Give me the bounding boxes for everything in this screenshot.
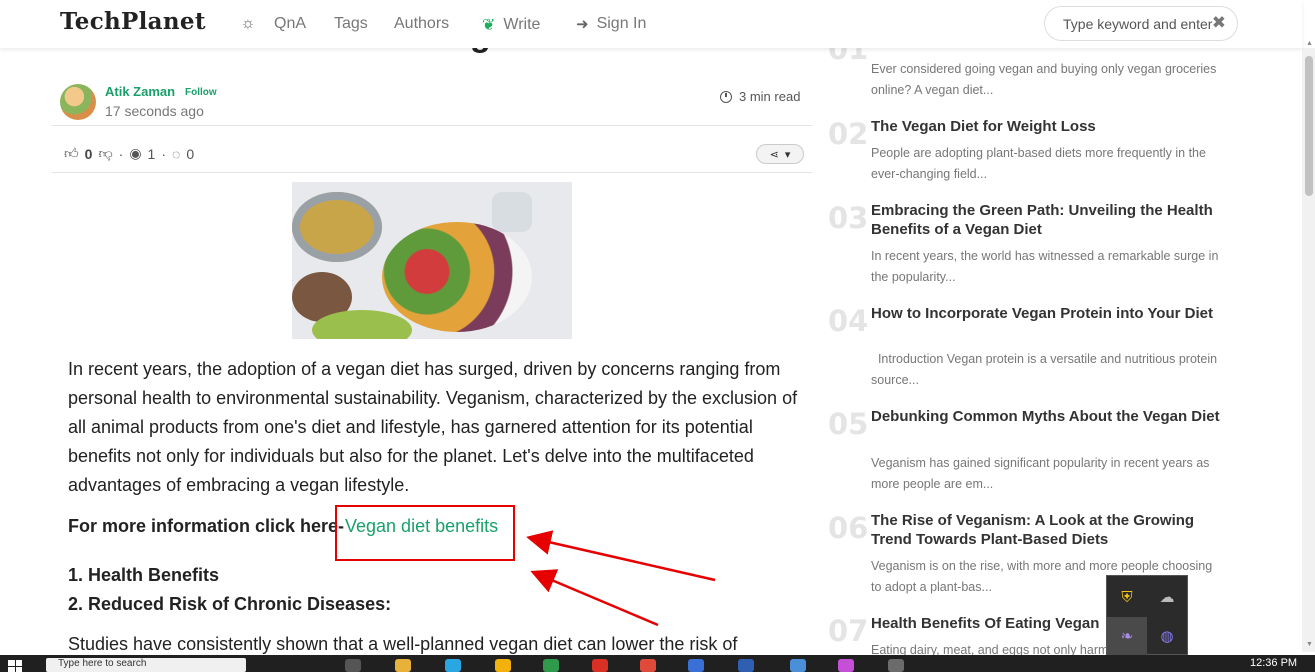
intro-paragraph: In recent years, the adoption of a vegan… — [68, 359, 798, 495]
brand-logo[interactable]: TechPlanet — [60, 8, 206, 35]
comment-icon[interactable]: ◌ — [172, 146, 180, 162]
author-name[interactable]: Atik Zaman — [105, 84, 175, 99]
chrome-icon[interactable] — [592, 659, 608, 672]
view-count: 1 — [147, 145, 156, 162]
like-count: 0 — [84, 145, 93, 162]
sidebar-number: 04 — [828, 304, 869, 338]
more-info-label: For more information click here- — [68, 516, 345, 536]
nav-write-label: Write — [503, 16, 541, 33]
search-input[interactable] — [1063, 15, 1213, 32]
nav-authors[interactable]: Authors — [394, 15, 449, 33]
sidebar-number: 03 — [828, 201, 869, 235]
cloud-off-icon[interactable]: ☁ — [1147, 578, 1187, 616]
comment-count: 0 — [186, 145, 195, 162]
app-icon[interactable] — [838, 659, 854, 672]
system-tray-popup: ⛨ ☁ ❧ ◍ — [1106, 575, 1188, 655]
sidebar-number: 06 — [828, 511, 869, 545]
divider — [52, 172, 812, 173]
chevron-down-icon: ▾ — [784, 148, 791, 161]
list-item: Health Benefits — [88, 561, 391, 590]
share-icon: ⋖ — [769, 148, 779, 161]
shield-icon[interactable]: ⛨ — [1107, 578, 1147, 616]
sidebar-title[interactable]: The Rise of Veganism: A Look at the Grow… — [871, 511, 1236, 549]
top-navbar: TechPlanet ☼ QnA Tags Authors ❦ Write ➜ … — [0, 0, 1302, 48]
sidebar-title[interactable]: How to Incorporate Vegan Protein into Yo… — [871, 304, 1236, 323]
edge-icon[interactable] — [445, 659, 461, 672]
sidebar-desc: Introduction Vegan protein is a versatil… — [871, 352, 1221, 387]
read-time: 3 min read — [720, 89, 800, 104]
scroll-up-icon[interactable]: ▲ — [1306, 40, 1313, 47]
nav-qna[interactable]: QnA — [274, 15, 306, 33]
article-stats: 👍︎ 0 👎︎ · ◉ 1 · ◌ 0 — [64, 145, 195, 162]
page-scrollbar[interactable]: ▲ ▼ — [1302, 40, 1315, 652]
nav-write[interactable]: ❦ Write — [482, 15, 540, 35]
file-explorer-icon[interactable] — [395, 659, 411, 672]
nav-signin-label: Sign In — [596, 15, 647, 32]
sidebar-number: 05 — [828, 407, 869, 441]
sidebar-desc: Ever considered going vegan and buying o… — [871, 62, 1217, 97]
read-time-label: 3 min read — [739, 89, 801, 104]
scroll-thumb[interactable] — [1305, 56, 1313, 196]
task-view-icon[interactable] — [345, 659, 361, 672]
sidebar-desc: In recent years, the world has witnessed… — [871, 249, 1219, 284]
clear-icon[interactable]: ✖ — [1212, 13, 1226, 33]
app-icon[interactable] — [640, 659, 656, 672]
sidebar-desc: Veganism has gained significant populari… — [871, 456, 1210, 491]
vegan-food-image — [292, 182, 572, 339]
sidebar-title[interactable]: Embracing the Green Path: Unveiling the … — [871, 201, 1236, 239]
excel-icon[interactable] — [543, 659, 559, 672]
post-time: 17 seconds ago — [105, 103, 204, 119]
sidebar-title[interactable]: The Vegan Diet for Weight Loss — [871, 117, 1236, 136]
author-avatar[interactable] — [60, 84, 96, 120]
clock-time[interactable]: 12:36 PM — [1250, 657, 1297, 669]
share-button[interactable]: ⋖ ▾ — [756, 144, 804, 164]
app-icon[interactable] — [688, 659, 704, 672]
app-icon[interactable] — [738, 659, 754, 672]
list-item: Reduced Risk of Chronic Diseases: — [88, 590, 391, 619]
nav-signin[interactable]: ➜ Sign In — [576, 15, 646, 33]
follow-button[interactable]: Follow — [185, 87, 217, 98]
taskbar-search[interactable]: Type here to search — [46, 658, 246, 672]
theme-toggle-sun-icon[interactable]: ☼ — [239, 15, 257, 33]
scroll-down-icon[interactable]: ▼ — [1306, 641, 1313, 648]
arrow — [530, 569, 659, 627]
sidebar-title[interactable]: Debunking Common Myths About the Vegan D… — [871, 407, 1236, 426]
thumbs-up-icon[interactable]: 👍︎ — [64, 145, 79, 162]
page: { "header": { "brand": "TechPlanet", "na… — [0, 0, 1315, 672]
annotation-highlight-box — [335, 505, 515, 561]
body-paragraph: Studies have consistently shown that a w… — [68, 634, 738, 654]
app-icon[interactable] — [790, 659, 806, 672]
divider — [52, 125, 812, 126]
arrow — [526, 530, 716, 582]
sticky-notes-icon[interactable] — [495, 659, 511, 672]
eye-icon: ◉ — [129, 145, 142, 161]
clock-icon — [720, 90, 732, 103]
app-icon[interactable] — [888, 659, 904, 672]
search-box: ✖ — [1044, 6, 1238, 41]
feather-icon: ❦ — [482, 17, 496, 34]
sidebar-number: 07 — [828, 614, 869, 648]
sign-in-icon: ➜ — [576, 16, 589, 33]
windows-taskbar: Type here to search 12:36 PM — [0, 655, 1315, 672]
sidebar-desc: People are adopting plant-based diets mo… — [871, 146, 1206, 181]
benefits-list: Health Benefits Reduced Risk of Chronic … — [88, 561, 391, 619]
thumbs-down-icon[interactable]: 👎︎ — [98, 145, 112, 162]
messenger-icon[interactable]: ◍ — [1147, 617, 1187, 655]
feather-app-icon[interactable]: ❧ — [1107, 617, 1147, 655]
nav-tags[interactable]: Tags — [334, 15, 368, 33]
sidebar-number: 02 — [828, 117, 869, 151]
windows-start-icon[interactable] — [8, 660, 22, 672]
